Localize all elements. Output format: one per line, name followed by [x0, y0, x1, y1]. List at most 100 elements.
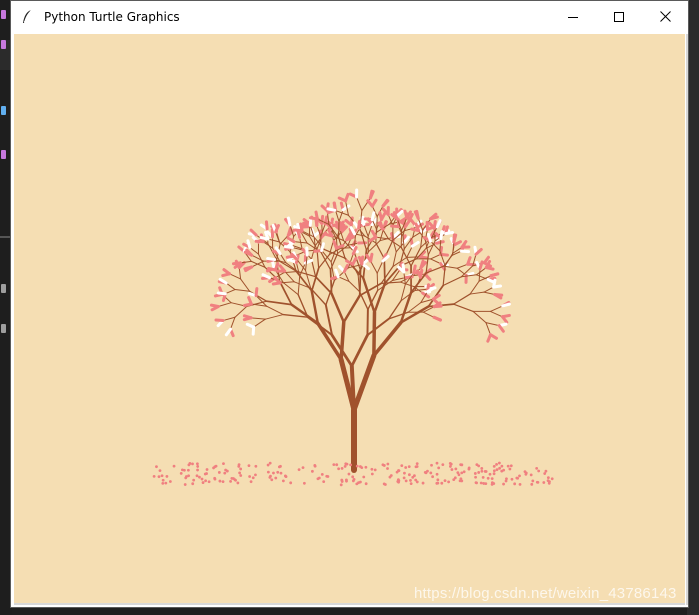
- blossom-petal: [497, 324, 505, 333]
- fallen-petal: [239, 474, 243, 477]
- blossom-petal: [452, 233, 458, 244]
- tree-branch: [349, 364, 356, 412]
- fallen-petal: [386, 467, 389, 470]
- fallen-petal: [274, 476, 278, 480]
- blossom-petal: [423, 272, 432, 281]
- ide-token-marker: [1, 324, 6, 333]
- fallen-petal: [370, 472, 374, 476]
- tree-branch: [285, 262, 299, 273]
- title-bar[interactable]: Python Turtle Graphics: [11, 1, 688, 32]
- ide-token-marker: [1, 284, 6, 293]
- fallen-petal: [547, 481, 551, 485]
- tree-branch: [383, 257, 386, 285]
- fallen-petal: [454, 467, 458, 471]
- fallen-petal: [345, 462, 349, 466]
- tree-branch: [238, 267, 242, 280]
- fallen-petal: [164, 481, 168, 485]
- maximize-button[interactable]: [596, 1, 642, 32]
- fallen-petal: [508, 467, 512, 471]
- fallen-petal: [389, 474, 393, 477]
- fallen-petal: [415, 462, 419, 466]
- tree-branch: [330, 247, 337, 263]
- blossom-petal: [501, 302, 511, 308]
- fallen-petal: [492, 472, 496, 476]
- turtle-window[interactable]: Python Turtle Graphics: [10, 0, 689, 608]
- fallen-petal: [407, 465, 411, 469]
- fallen-petal: [484, 470, 488, 473]
- blossom-petal: [370, 229, 378, 239]
- fallen-petal: [440, 481, 444, 485]
- fallen-petal: [537, 469, 541, 473]
- blossom-petal: [320, 242, 325, 253]
- fallen-petal: [429, 471, 433, 475]
- fallen-petal: [409, 482, 413, 485]
- fallen-petal: [448, 462, 452, 465]
- tree-branch: [366, 317, 390, 337]
- feather-icon: [19, 9, 35, 25]
- fallen-petal: [502, 482, 505, 486]
- fallen-petal: [495, 468, 499, 472]
- fallen-petal: [431, 475, 435, 479]
- fallen-petal: [400, 464, 404, 468]
- fallen-petal: [184, 476, 188, 480]
- blossom-petal: [342, 263, 349, 274]
- tree-branch: [489, 305, 504, 312]
- tree-branch: [350, 333, 369, 368]
- fallen-petal: [462, 470, 466, 474]
- tree-branch: [453, 303, 474, 313]
- fallen-petal: [495, 462, 498, 466]
- blossom-petal: [489, 272, 500, 278]
- blossom-petal: [484, 266, 495, 271]
- horizontal-scrollbar[interactable]: [14, 603, 685, 605]
- blossom-petal: [216, 291, 227, 296]
- tree-branch: [376, 260, 384, 274]
- fallen-petal: [459, 463, 463, 467]
- blossom-petal: [380, 211, 387, 221]
- blossom-petal: [361, 215, 366, 226]
- fallen-petal: [270, 478, 274, 482]
- fallen-petal: [407, 473, 411, 477]
- fallen-petal: [213, 476, 217, 480]
- tree-branch: [253, 318, 266, 328]
- fallen-petal: [251, 476, 255, 480]
- tree-branch: [265, 300, 293, 306]
- fallen-petal: [364, 465, 368, 469]
- fallen-petal: [165, 474, 169, 478]
- fallen-petal: [486, 476, 490, 480]
- turtle-canvas[interactable]: [14, 34, 685, 603]
- fallen-petal: [201, 481, 205, 484]
- tree-branch: [284, 270, 295, 283]
- minimize-button[interactable]: [550, 1, 596, 32]
- fallen-petal: [370, 467, 374, 471]
- fallen-petal: [546, 476, 550, 480]
- blossom-petal: [222, 268, 232, 276]
- fallen-petal: [218, 479, 222, 483]
- fallen-petal: [281, 479, 285, 483]
- fallen-petal: [172, 464, 176, 468]
- fallen-petal: [535, 480, 539, 484]
- fallen-petal: [497, 461, 501, 465]
- blossom-petal: [381, 199, 390, 208]
- tree-branch: [430, 258, 442, 265]
- tree-branch: [456, 267, 467, 276]
- fallen-petal: [443, 479, 447, 483]
- tree-branch: [229, 316, 236, 330]
- close-button[interactable]: [642, 1, 688, 32]
- fallen-petal: [402, 476, 406, 480]
- fallen-petal: [347, 472, 351, 476]
- fallen-petal: [188, 462, 192, 465]
- fallen-petal: [248, 475, 252, 478]
- blossom-petal: [264, 220, 269, 231]
- fallen-petal: [510, 477, 514, 481]
- fallen-petal: [386, 462, 390, 466]
- fallen-petal: [529, 473, 533, 477]
- fallen-petal: [204, 479, 207, 483]
- fallen-petal: [480, 467, 484, 470]
- vertical-scrollbar[interactable]: [686, 34, 688, 605]
- blossom-petal: [266, 256, 277, 262]
- tree-branch: [234, 289, 251, 292]
- blossom-petal: [370, 211, 376, 222]
- tree-branch: [469, 280, 480, 295]
- fallen-petal: [404, 466, 408, 469]
- fallen-petal: [266, 463, 270, 467]
